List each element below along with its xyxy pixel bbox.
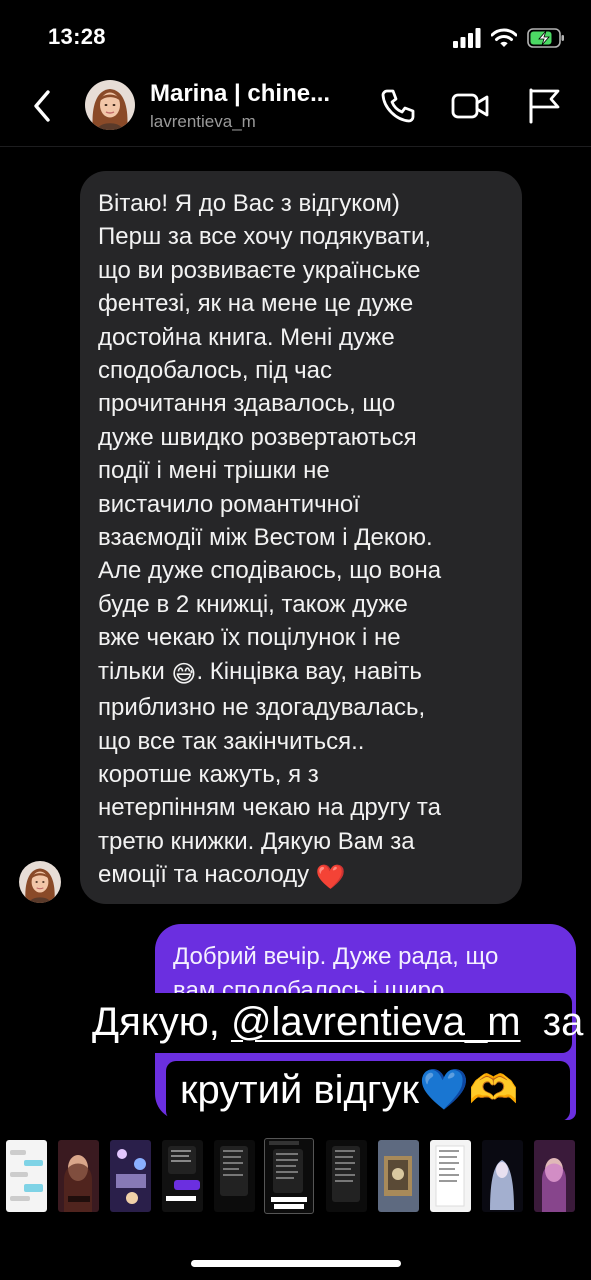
grinning-sweat-emoji: 😅 (171, 660, 197, 688)
contact-avatar[interactable] (85, 80, 135, 130)
incoming-message-text: Вітаю! Я до Вас з відгуком) Перш за все … (98, 187, 506, 895)
caption-text-suffix: за (520, 1000, 584, 1044)
story-thumbnail-strip (0, 1138, 591, 1216)
contact-name[interactable]: Marina | chine... (150, 80, 330, 108)
incoming-text-part-1: Вітаю! Я до Вас з відгуком) Перш за все … (98, 190, 442, 652)
story-thumbnail[interactable] (6, 1140, 47, 1212)
incoming-text-part-3: . Кінцівка вау, навіть приблизно не здог… (98, 657, 441, 889)
story-caption-line-1: Дякую, @lavrentieva_m за (78, 993, 583, 1053)
header-divider (0, 146, 591, 147)
red-heart-emoji: ❤️ (315, 864, 346, 892)
status-icons (453, 26, 565, 50)
story-caption-line-2: крутий відгук💙🫶 (166, 1061, 570, 1121)
story-thumbnail[interactable] (378, 1140, 419, 1212)
video-camera-icon[interactable] (450, 86, 490, 126)
phone-icon[interactable] (378, 86, 418, 126)
status-bar: 13:28 (0, 0, 591, 70)
story-thumbnail[interactable] (162, 1140, 203, 1212)
blue-heart-hands-emoji: 💙🫶 (418, 1068, 519, 1112)
caption-text: Дякую, (92, 1000, 231, 1044)
wifi-icon (491, 28, 517, 47)
flag-icon[interactable] (524, 86, 564, 126)
cellular-signal-icon (453, 28, 481, 48)
caption-mention[interactable]: @lavrentieva_m (231, 1000, 521, 1044)
story-thumbnail[interactable] (110, 1140, 151, 1212)
story-thumbnail[interactable] (58, 1140, 99, 1212)
incoming-message-bubble[interactable]: Вітаю! Я до Вас з відгуком) Перш за все … (80, 171, 522, 904)
contact-handle[interactable]: lavrentieva_m (150, 112, 256, 132)
home-indicator[interactable] (191, 1260, 401, 1267)
chat-header: Marina | chine... lavrentieva_m (0, 70, 591, 148)
caption-text-2: крутий відгук (180, 1068, 419, 1112)
story-thumbnail[interactable] (430, 1140, 471, 1212)
story-thumbnail[interactable] (214, 1140, 255, 1212)
story-thumbnail[interactable] (326, 1140, 367, 1212)
sender-avatar[interactable] (19, 861, 61, 903)
incoming-text-part-2: тільки (98, 657, 172, 685)
status-time: 13:28 (48, 24, 106, 49)
chevron-left-icon[interactable] (28, 86, 58, 126)
story-thumbnail[interactable] (534, 1140, 575, 1212)
battery-charging-icon (527, 28, 564, 48)
story-thumbnail[interactable] (482, 1140, 523, 1212)
story-thumbnail-selected[interactable] (264, 1138, 314, 1214)
